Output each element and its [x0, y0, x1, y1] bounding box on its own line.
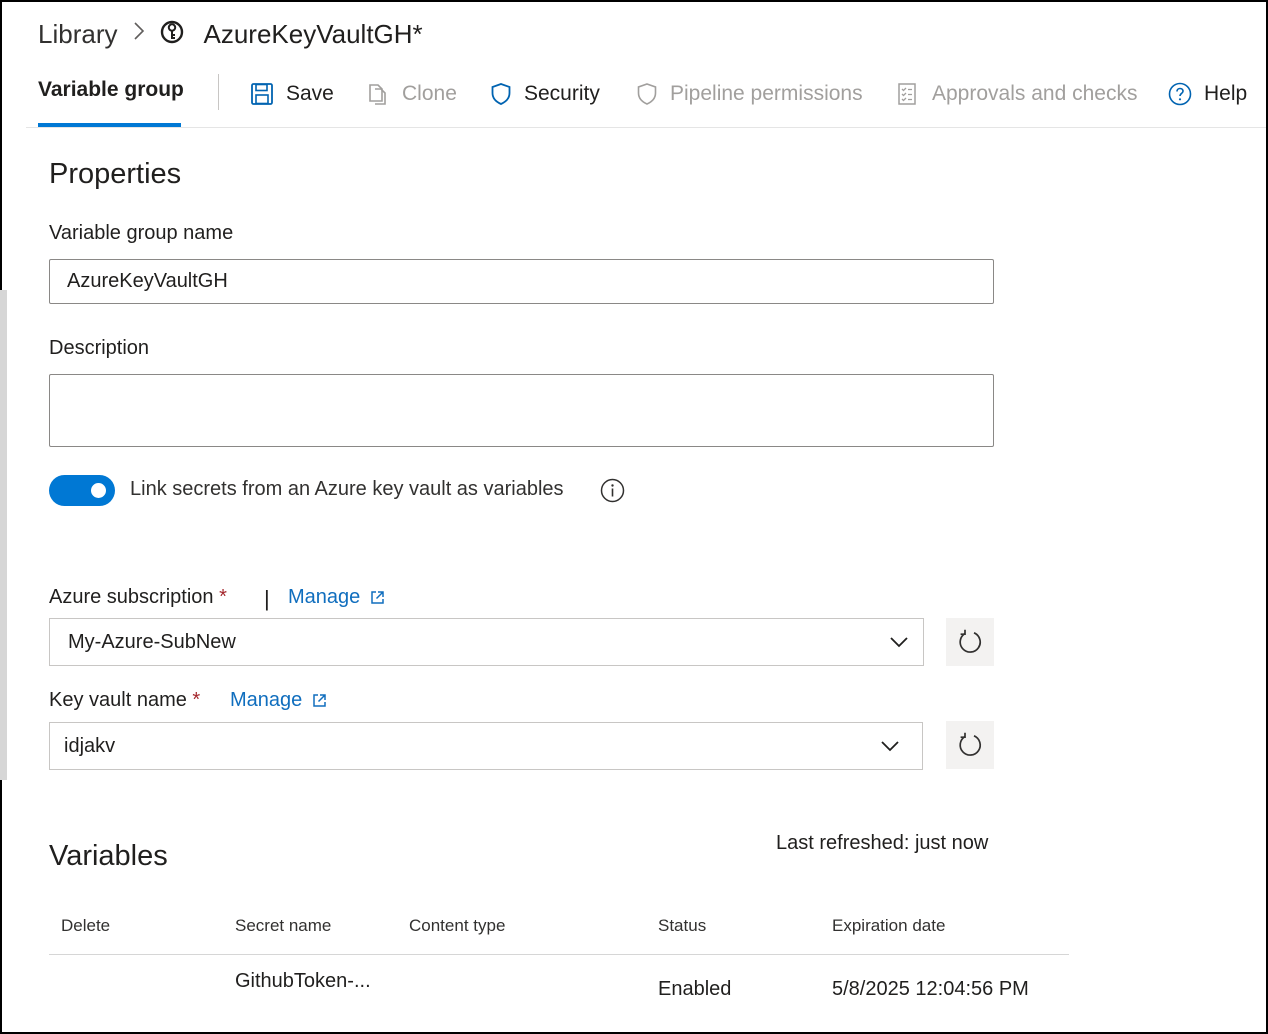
- azure-subscription-dropdown[interactable]: My-Azure-SubNew: [49, 618, 924, 666]
- label-divider: |: [264, 586, 270, 611]
- refresh-icon: [959, 732, 981, 756]
- shield-icon: [637, 83, 657, 105]
- keyvault-manage-link[interactable]: Manage: [230, 689, 327, 712]
- external-link-icon: [313, 694, 327, 707]
- keyvault-refresh-button[interactable]: [946, 721, 994, 769]
- security-button[interactable]: Security: [490, 78, 600, 110]
- column-header-status: Status: [658, 916, 707, 935]
- active-tab-indicator: [38, 123, 181, 127]
- breadcrumb: Library AzureKeyVaultGH*: [38, 14, 423, 54]
- breadcrumb-chevron-icon: [133, 21, 145, 47]
- shield-icon: [491, 83, 511, 105]
- azure-subscription-label: Azure subscription *: [49, 586, 227, 609]
- subscription-refresh-button[interactable]: [946, 618, 994, 666]
- checklist-icon: [898, 83, 916, 105]
- tab-variable-group[interactable]: Variable group: [38, 78, 184, 126]
- key-vault-name-label: Key vault name *: [49, 689, 200, 712]
- help-label: Help: [1204, 82, 1248, 105]
- pipeline-permissions-button[interactable]: Pipeline permissions: [636, 78, 863, 110]
- subscription-manage-label: Manage: [288, 586, 361, 608]
- security-label: Security: [524, 82, 600, 105]
- column-header-delete: Delete: [61, 916, 111, 935]
- azure-subscription-value: My-Azure-SubNew: [68, 630, 236, 653]
- column-header-expiration-date: Expiration date: [832, 916, 946, 935]
- variables-heading: Variables: [49, 840, 168, 872]
- required-marker: *: [219, 586, 227, 608]
- save-button[interactable]: Save: [250, 78, 334, 110]
- save-label: Save: [286, 82, 334, 105]
- refresh-icon: [959, 629, 981, 653]
- table-header-divider: [49, 954, 1069, 955]
- chevron-down-icon: [881, 741, 899, 752]
- key-vault-name-label-text: Key vault name: [49, 689, 187, 711]
- approvals-checks-label: Approvals and checks: [932, 82, 1138, 105]
- row-expiration-date: 5/8/2025 12:04:56 PM: [832, 978, 1029, 1000]
- window-frame: [0, 0, 1268, 1034]
- clone-label: Clone: [402, 82, 457, 105]
- row-status: Enabled: [658, 978, 732, 1000]
- pipeline-permissions-label: Pipeline permissions: [670, 82, 863, 105]
- properties-heading: Properties: [49, 158, 182, 190]
- clone-button[interactable]: Clone: [366, 78, 457, 110]
- keyvault-manage-label: Manage: [230, 689, 303, 711]
- page-title: AzureKeyVaultGH*: [203, 18, 423, 49]
- key-vault-value: idjakv: [64, 734, 116, 757]
- toolbar: Variable group Save Clone Security Pipel…: [26, 64, 1266, 128]
- left-edge-accent: [0, 290, 7, 780]
- azure-subscription-label-text: Azure subscription: [49, 586, 214, 608]
- variable-group-name-value: AzureKeyVaultGH: [67, 270, 228, 292]
- required-marker: *: [192, 689, 201, 711]
- link-keyvault-toggle[interactable]: [49, 475, 115, 506]
- variable-group-name-label: Variable group name: [49, 222, 234, 244]
- info-icon[interactable]: [600, 478, 625, 508]
- column-header-content-type: Content type: [409, 916, 506, 935]
- description-label: Description: [49, 337, 150, 359]
- help-icon: [1168, 82, 1192, 106]
- save-icon: [251, 83, 273, 105]
- toggle-knob: [91, 483, 106, 498]
- description-field[interactable]: [49, 374, 994, 447]
- variable-group-name-field[interactable]: AzureKeyVaultGH: [49, 259, 994, 304]
- last-refreshed-text: Last refreshed: just now: [776, 832, 989, 854]
- variable-group-icon: [159, 18, 203, 51]
- row-secret-name: GithubToken-...: [235, 970, 371, 992]
- approvals-checks-button[interactable]: Approvals and checks: [896, 78, 1137, 110]
- column-header-secret-name: Secret name: [235, 916, 332, 935]
- subscription-manage-link[interactable]: Manage: [288, 586, 385, 609]
- external-link-icon: [371, 591, 385, 604]
- toolbar-divider: [218, 74, 219, 110]
- help-button[interactable]: Help: [1168, 78, 1247, 110]
- link-keyvault-label: Link secrets from an Azure key vault as …: [130, 478, 564, 500]
- key-vault-dropdown[interactable]: idjakv: [49, 722, 923, 770]
- clone-icon: [369, 84, 386, 105]
- breadcrumb-library-link[interactable]: Library: [38, 19, 117, 50]
- chevron-down-icon: [890, 637, 908, 648]
